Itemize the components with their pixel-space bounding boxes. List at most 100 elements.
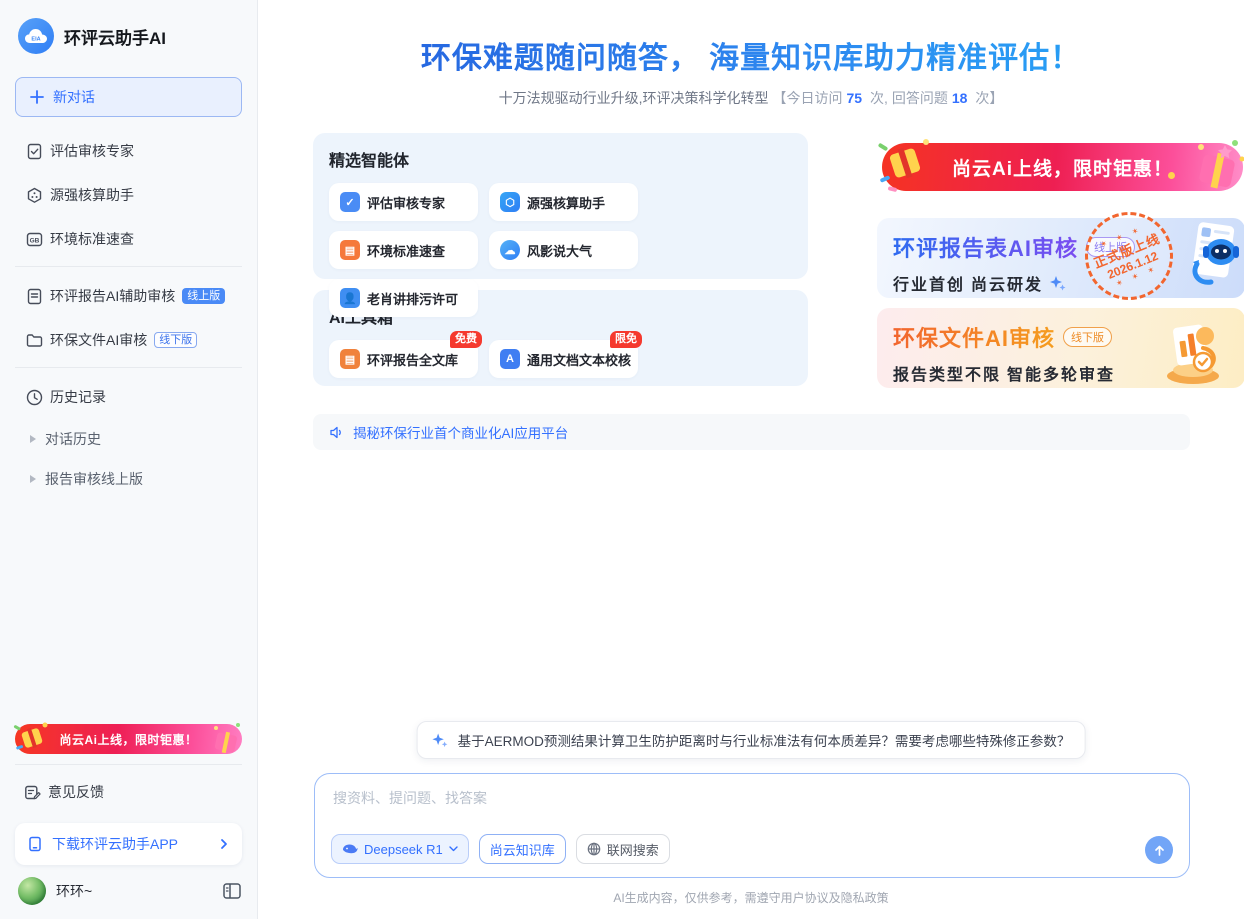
promo-banner[interactable]: 尚云Ai上线，限时钜惠！: [882, 143, 1243, 191]
featured-agents-card: 精选智能体 ✓ 评估审核专家 ⬡ 源强核算助手 ▤ 环境标准速查: [313, 133, 808, 279]
sidebar-item-file-ai-review[interactable]: 环保文件AI审核 线下版: [0, 318, 257, 362]
new-chat-label: 新对话: [53, 87, 95, 107]
source-calc-icon: ⬡: [500, 192, 520, 212]
avatar[interactable]: [18, 877, 46, 905]
whale-icon: [342, 843, 358, 855]
standard-search-icon: ▤: [340, 240, 360, 260]
web-search-label: 联网搜索: [607, 840, 659, 859]
content-grid: 精选智能体 ✓ 评估审核专家 ⬡ 源强核算助手 ▤ 环境标准速查: [313, 133, 1190, 386]
sidebar-promo-text: 尚云Ai上线，限时钜惠！: [59, 731, 197, 748]
gold-dot-icon: [1168, 172, 1175, 179]
suggested-question-chip[interactable]: 基于AERMOD预测结果计算卫生防护距离时与行业标准法有何本质差异？需要考虑哪些…: [417, 721, 1086, 759]
stats-open: 【今日访问: [772, 90, 842, 106]
model-selector[interactable]: Deepseek R1: [331, 834, 469, 864]
hero-subtitle-text: 十万法规驱动行业升级,环评决策科学化转型: [499, 90, 769, 106]
svg-text:GB: GB: [30, 237, 40, 244]
caret-right-icon: [30, 475, 36, 483]
sidebar-item-audit-expert[interactable]: 评估审核专家: [0, 129, 257, 173]
file-audit-banner[interactable]: 环保文件AI审核 线下版 报告类型不限 智能多轮审查: [877, 308, 1244, 388]
app-window: EIA 环评云助手AI 新对话 评估审核专家 源强核算助手 GB 环境标准速查: [0, 0, 1244, 919]
free-badge: 免费: [450, 331, 482, 348]
history-group-label: 报告审核线上版: [45, 469, 143, 489]
main-area: 环保难题随问随答， 海量知识库助力精准评估！ 十万法规驱动行业升级,环评决策科学…: [258, 0, 1244, 919]
feedback-icon: [24, 784, 41, 801]
sidebar-item-standard-search[interactable]: GB 环境标准速查: [0, 217, 257, 261]
history-group-report-review[interactable]: 报告审核线上版: [0, 459, 257, 499]
tool-label: 通用文档文本校核: [527, 350, 631, 369]
ai-disclaimer: AI生成内容，仅供参考，需遵守用户协议及隐私政策: [258, 889, 1244, 906]
agent-label: 风影说大气: [527, 241, 592, 260]
featured-agents-title: 精选智能体: [329, 147, 792, 171]
sidebar-item-label: 环保文件AI审核: [50, 330, 147, 350]
sidebar-promo-banner[interactable]: 尚云Ai上线，限时钜惠！: [15, 724, 242, 754]
report-doc-icon: [26, 288, 43, 305]
sidebar: EIA 环评云助手AI 新对话 评估审核专家 源强核算助手 GB 环境标准速查: [0, 0, 258, 919]
history-group-label: 对话历史: [45, 429, 101, 449]
file-audit-title-row: 环保文件AI审核 线下版: [893, 321, 1229, 353]
offline-badge: 线下版: [1063, 327, 1112, 347]
report-audit-banner[interactable]: 环评报告表AI审核 线上版 行业首创 尚云研发 ✶ ✶ ✶ 正式版上线 2026…: [877, 218, 1244, 298]
report-audit-title: 环评报告表AI审核: [893, 231, 1078, 263]
tool-label: 环评报告全文库: [367, 350, 458, 369]
web-search-toggle[interactable]: 联网搜索: [576, 834, 670, 864]
feedback-label: 意见反馈: [48, 782, 104, 802]
agent-atmosphere[interactable]: ☁ 风影说大气: [489, 231, 638, 269]
gift-box-icon: [208, 720, 244, 758]
plus-icon: [30, 90, 44, 104]
gift-box-icon: [1187, 135, 1244, 199]
sidebar-item-source-calc[interactable]: 源强核算助手: [0, 173, 257, 217]
send-button[interactable]: [1145, 836, 1173, 864]
sidebar-divider: [15, 764, 242, 765]
answers-count: 18: [952, 90, 968, 106]
download-app-label: 下载环评云助手APP: [52, 834, 178, 854]
agent-standard-search[interactable]: ▤ 环境标准速查: [329, 231, 478, 269]
user-name: 环环~: [56, 881, 92, 901]
agent-label: 评估审核专家: [367, 193, 445, 212]
report-library-icon: ▤: [340, 349, 360, 369]
composer-tools: Deepseek R1 尚云知识库 联网搜索: [331, 834, 670, 864]
composer: Deepseek R1 尚云知识库 联网搜索: [314, 773, 1190, 878]
sidebar-item-label: 源强核算助手: [50, 185, 134, 205]
agent-label: 环境标准速查: [367, 241, 445, 260]
sidebar-item-label: 评估审核专家: [50, 141, 134, 161]
doc-check-tool-icon: A: [500, 349, 520, 369]
tool-doc-check[interactable]: A 通用文档文本校核 限免: [489, 340, 638, 378]
agent-label: 老肖讲排污许可: [367, 289, 458, 308]
sidebar-divider: [15, 266, 242, 267]
feedback-button[interactable]: 意见反馈: [0, 770, 257, 814]
agent-permit[interactable]: 👤 老肖讲排污许可: [329, 279, 478, 317]
file-audit-subtitle-row: 报告类型不限 智能多轮审查: [893, 361, 1229, 385]
gb-icon: GB: [26, 231, 43, 248]
agent-label: 源强核算助手: [527, 193, 605, 212]
online-badge: 线上版: [1086, 237, 1135, 257]
message-input[interactable]: [333, 788, 1153, 826]
offline-version-badge: 线下版: [154, 332, 197, 348]
doc-check-icon: [26, 143, 43, 160]
right-column: 尚云Ai上线，限时钜惠！ 环评报告表AI审核 线上版 行业首创 尚云研发 ✶ ✶…: [877, 133, 1244, 393]
stats-mid: 次, 回答问题: [870, 90, 948, 106]
folder-icon: [26, 332, 43, 349]
download-app-button[interactable]: 下载环评云助手APP: [15, 823, 242, 865]
gift-confetti-icon: [11, 718, 53, 760]
collapse-sidebar-icon: [223, 883, 241, 899]
atmosphere-cloud-icon: ☁: [500, 240, 520, 260]
visits-count: 75: [846, 90, 862, 106]
hero-title: 环保难题随问随答， 海量知识库助力精准评估！: [258, 33, 1244, 77]
model-name: Deepseek R1: [364, 842, 443, 857]
announcement-bar[interactable]: 揭秘环保行业首个商业化AI应用平台: [313, 414, 1190, 450]
knowledge-base-toggle[interactable]: 尚云知识库: [479, 834, 566, 864]
history-group-chats[interactable]: 对话历史: [0, 419, 257, 459]
hexagon-icon: [26, 187, 43, 204]
history-header[interactable]: 历史记录: [0, 375, 257, 419]
sidebar-item-report-ai-review[interactable]: 环评报告AI辅助审核 线上版: [0, 274, 257, 318]
collapse-sidebar-button[interactable]: [223, 883, 241, 899]
tool-report-library[interactable]: ▤ 环评报告全文库 免费: [329, 340, 478, 378]
sparkle-icon: [432, 732, 449, 749]
report-audit-subtitle-row: 行业首创 尚云研发: [893, 271, 1229, 295]
agent-source-calc[interactable]: ⬡ 源强核算助手: [489, 183, 638, 221]
agent-audit-expert[interactable]: ✓ 评估审核专家: [329, 183, 478, 221]
limited-free-badge: 限免: [610, 331, 642, 348]
report-audit-subtitle: 行业首创 尚云研发: [893, 271, 1043, 295]
new-chat-button[interactable]: 新对话: [15, 77, 242, 117]
arrow-up-icon: [1153, 844, 1166, 857]
